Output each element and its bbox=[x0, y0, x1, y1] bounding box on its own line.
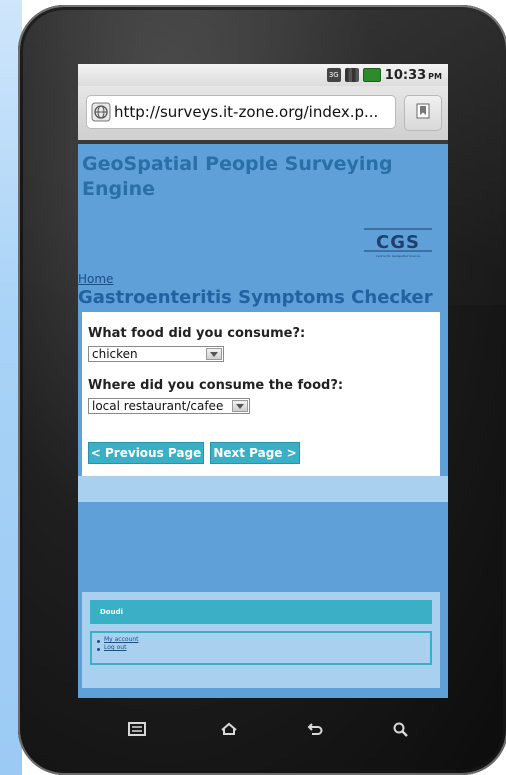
user-links-box: My account Log out bbox=[90, 631, 432, 665]
log-out-link[interactable]: Log out bbox=[104, 644, 126, 651]
user-panel: Doudi My account Log out bbox=[82, 592, 440, 688]
bullet-icon bbox=[97, 648, 100, 651]
chevron-down-icon bbox=[232, 400, 248, 412]
my-account-link[interactable]: My account bbox=[104, 636, 139, 643]
globe-icon bbox=[91, 102, 111, 122]
status-time: 10:33 PM bbox=[384, 67, 442, 83]
home-icon[interactable] bbox=[216, 716, 242, 742]
search-icon[interactable] bbox=[388, 716, 414, 742]
web-page: GeoSpatial People Surveying Engine CGS C… bbox=[78, 144, 448, 698]
bullet-icon bbox=[97, 640, 100, 643]
url-text: http://surveys.it-zone.org/index.p... bbox=[114, 103, 379, 121]
food-select-value: chicken bbox=[92, 347, 138, 361]
question-food-label: What food did you consume?: bbox=[88, 326, 306, 341]
url-field[interactable]: http://surveys.it-zone.org/index.p... bbox=[86, 95, 396, 129]
user-name-bar: Doudi bbox=[90, 600, 432, 624]
place-select-value: local restaurant/cafee bbox=[92, 399, 224, 413]
previous-page-button[interactable]: < Previous Page bbox=[88, 442, 204, 464]
status-ampm: PM bbox=[428, 71, 442, 81]
page-heading: Gastroenteritis Symptoms Checker bbox=[78, 287, 433, 308]
android-nav-bar bbox=[78, 706, 448, 750]
next-page-button[interactable]: Next Page > bbox=[210, 442, 300, 464]
chevron-down-icon bbox=[206, 348, 222, 360]
3g-icon: 3G bbox=[326, 68, 341, 82]
svg-text:Centre for Geospatial Science: Centre for Geospatial Science bbox=[376, 254, 421, 258]
cgs-logo: CGS Centre for Geospatial Science bbox=[362, 226, 434, 260]
status-bar: 3G 10:33 PM bbox=[78, 64, 448, 86]
place-select[interactable]: local restaurant/cafee bbox=[88, 398, 250, 414]
device-screen: 3G 10:33 PM http://surveys.it-zone.org/in… bbox=[78, 64, 448, 698]
menu-icon[interactable] bbox=[124, 716, 150, 742]
bookmark-button[interactable] bbox=[404, 95, 442, 131]
svg-text:CGS: CGS bbox=[376, 232, 420, 253]
back-icon[interactable] bbox=[302, 716, 328, 742]
bookmark-icon bbox=[416, 103, 430, 123]
signal-icon bbox=[344, 68, 359, 82]
browser-url-bar: http://surveys.it-zone.org/index.p... bbox=[78, 86, 448, 144]
site-title: GeoSpatial People Surveying Engine bbox=[82, 153, 393, 200]
survey-form: What food did you consume?: chicken Wher… bbox=[82, 312, 440, 476]
content-strip bbox=[78, 476, 448, 502]
question-place-label: Where did you consume the food?: bbox=[88, 378, 344, 393]
battery-icon bbox=[362, 68, 381, 82]
breadcrumb-home-link[interactable]: Home bbox=[78, 272, 113, 286]
food-select[interactable]: chicken bbox=[88, 346, 224, 362]
